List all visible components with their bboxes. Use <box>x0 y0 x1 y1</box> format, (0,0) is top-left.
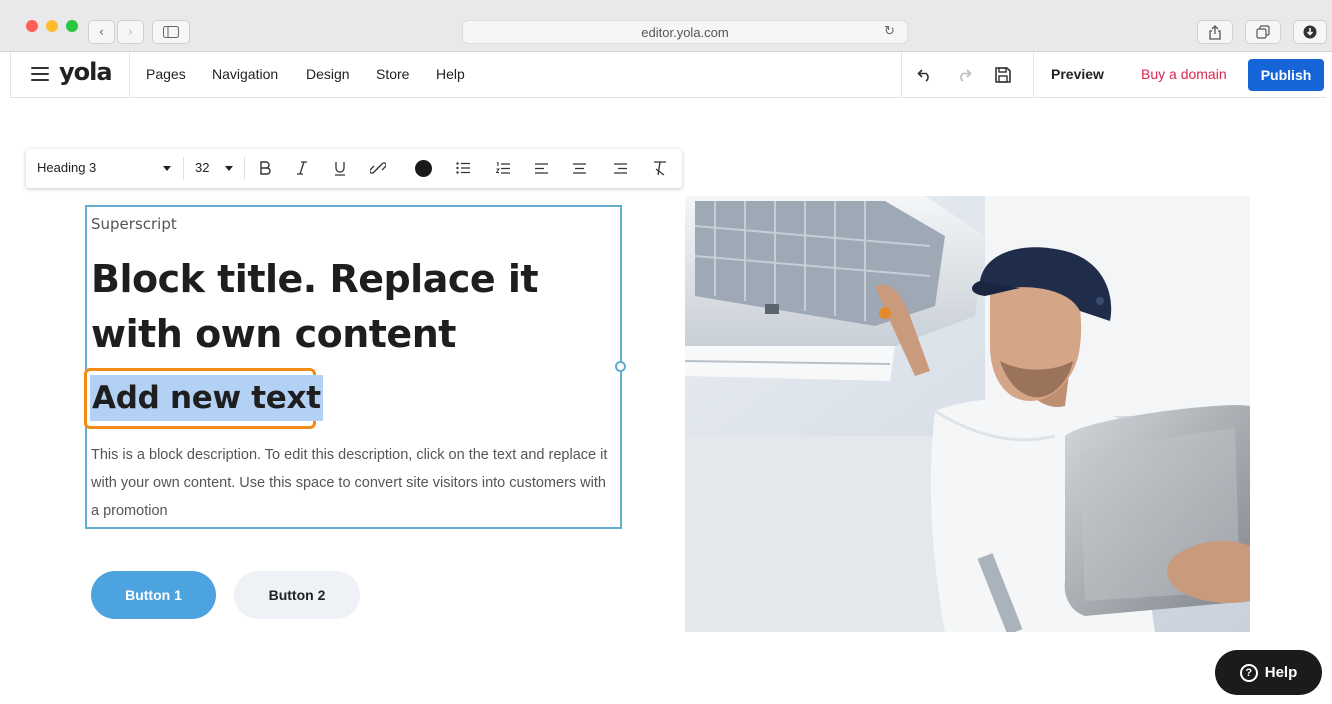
reload-icon[interactable]: ↻ <box>884 24 895 39</box>
button-2[interactable]: Button 2 <box>234 571 360 619</box>
tabs-icon <box>1256 25 1270 39</box>
divider <box>183 157 184 180</box>
address-bar[interactable]: editor.yola.com ↻ <box>462 20 908 44</box>
divider <box>1033 52 1034 98</box>
button-1[interactable]: Button 1 <box>91 571 216 619</box>
save-icon <box>995 67 1011 83</box>
chevron-down-icon[interactable] <box>225 166 233 171</box>
text-style-select[interactable]: Heading 3 <box>37 160 96 175</box>
save-button[interactable] <box>992 64 1014 86</box>
redo-button[interactable] <box>953 64 975 86</box>
redo-icon <box>960 69 972 82</box>
align-left-icon[interactable] <box>531 158 551 178</box>
browser-toolbar: ‹ › editor.yola.com ↻ <box>0 0 1332 52</box>
numbered-list-icon[interactable] <box>493 158 513 178</box>
buy-domain-link[interactable]: Buy a domain <box>1141 66 1227 82</box>
help-button[interactable]: ? Help <box>1215 650 1322 695</box>
forward-button[interactable]: › <box>117 20 144 44</box>
text-color-icon[interactable] <box>415 160 432 177</box>
undo-button[interactable] <box>914 64 936 86</box>
menu-icon[interactable] <box>31 67 49 81</box>
preview-button[interactable]: Preview <box>1051 66 1104 82</box>
align-right-icon[interactable] <box>610 158 630 178</box>
publish-button[interactable]: Publish <box>1248 59 1324 91</box>
nav-pages[interactable]: Pages <box>146 66 186 82</box>
superscript-text[interactable]: Superscript <box>91 215 177 233</box>
sidebar-icon <box>163 26 179 38</box>
nav-navigation[interactable]: Navigation <box>212 66 278 82</box>
share-icon <box>1209 24 1221 40</box>
ac-technician-image <box>685 196 1250 632</box>
italic-icon[interactable] <box>292 158 312 178</box>
download-icon <box>1303 25 1317 39</box>
align-center-icon[interactable] <box>569 158 589 178</box>
editor-header: yola Pages Navigation Design Store Help … <box>10 52 1326 98</box>
nav-help[interactable]: Help <box>436 66 465 82</box>
selected-heading-text[interactable]: Add new text <box>90 375 323 421</box>
nav-design[interactable]: Design <box>306 66 350 82</box>
text-format-toolbar: Heading 3 32 <box>26 149 682 188</box>
sidebar-toggle-button[interactable] <box>152 20 190 44</box>
nav-store[interactable]: Store <box>376 66 409 82</box>
yola-logo: yola <box>59 58 113 86</box>
zoom-window-button[interactable] <box>66 20 78 32</box>
chevron-left-icon: ‹ <box>98 24 105 40</box>
minimize-window-button[interactable] <box>46 20 58 32</box>
clear-format-icon[interactable] <box>650 158 670 178</box>
technician-photo[interactable] <box>685 196 1250 632</box>
link-icon[interactable] <box>368 158 388 178</box>
url-text: editor.yola.com <box>641 24 729 40</box>
divider <box>901 52 902 98</box>
block-description[interactable]: This is a block description. To edit thi… <box>91 441 616 525</box>
share-button[interactable] <box>1197 20 1233 44</box>
resize-handle[interactable] <box>615 361 626 372</box>
downloads-button[interactable] <box>1293 20 1327 44</box>
chevron-down-icon[interactable] <box>163 166 171 171</box>
font-size-select[interactable]: 32 <box>195 160 209 175</box>
question-icon: ? <box>1239 663 1258 682</box>
divider <box>129 52 130 98</box>
chevron-right-icon: › <box>127 24 134 40</box>
tabs-overview-button[interactable] <box>1245 20 1281 44</box>
bulleted-list-icon[interactable] <box>453 158 473 178</box>
bold-icon[interactable] <box>255 158 275 178</box>
undo-icon <box>917 69 929 82</box>
divider <box>244 157 245 180</box>
help-label: Help <box>1264 664 1298 681</box>
back-button[interactable]: ‹ <box>88 20 115 44</box>
close-window-button[interactable] <box>26 20 38 32</box>
block-title[interactable]: Block title. Replace it with own content <box>91 252 611 362</box>
underline-icon[interactable] <box>330 158 350 178</box>
